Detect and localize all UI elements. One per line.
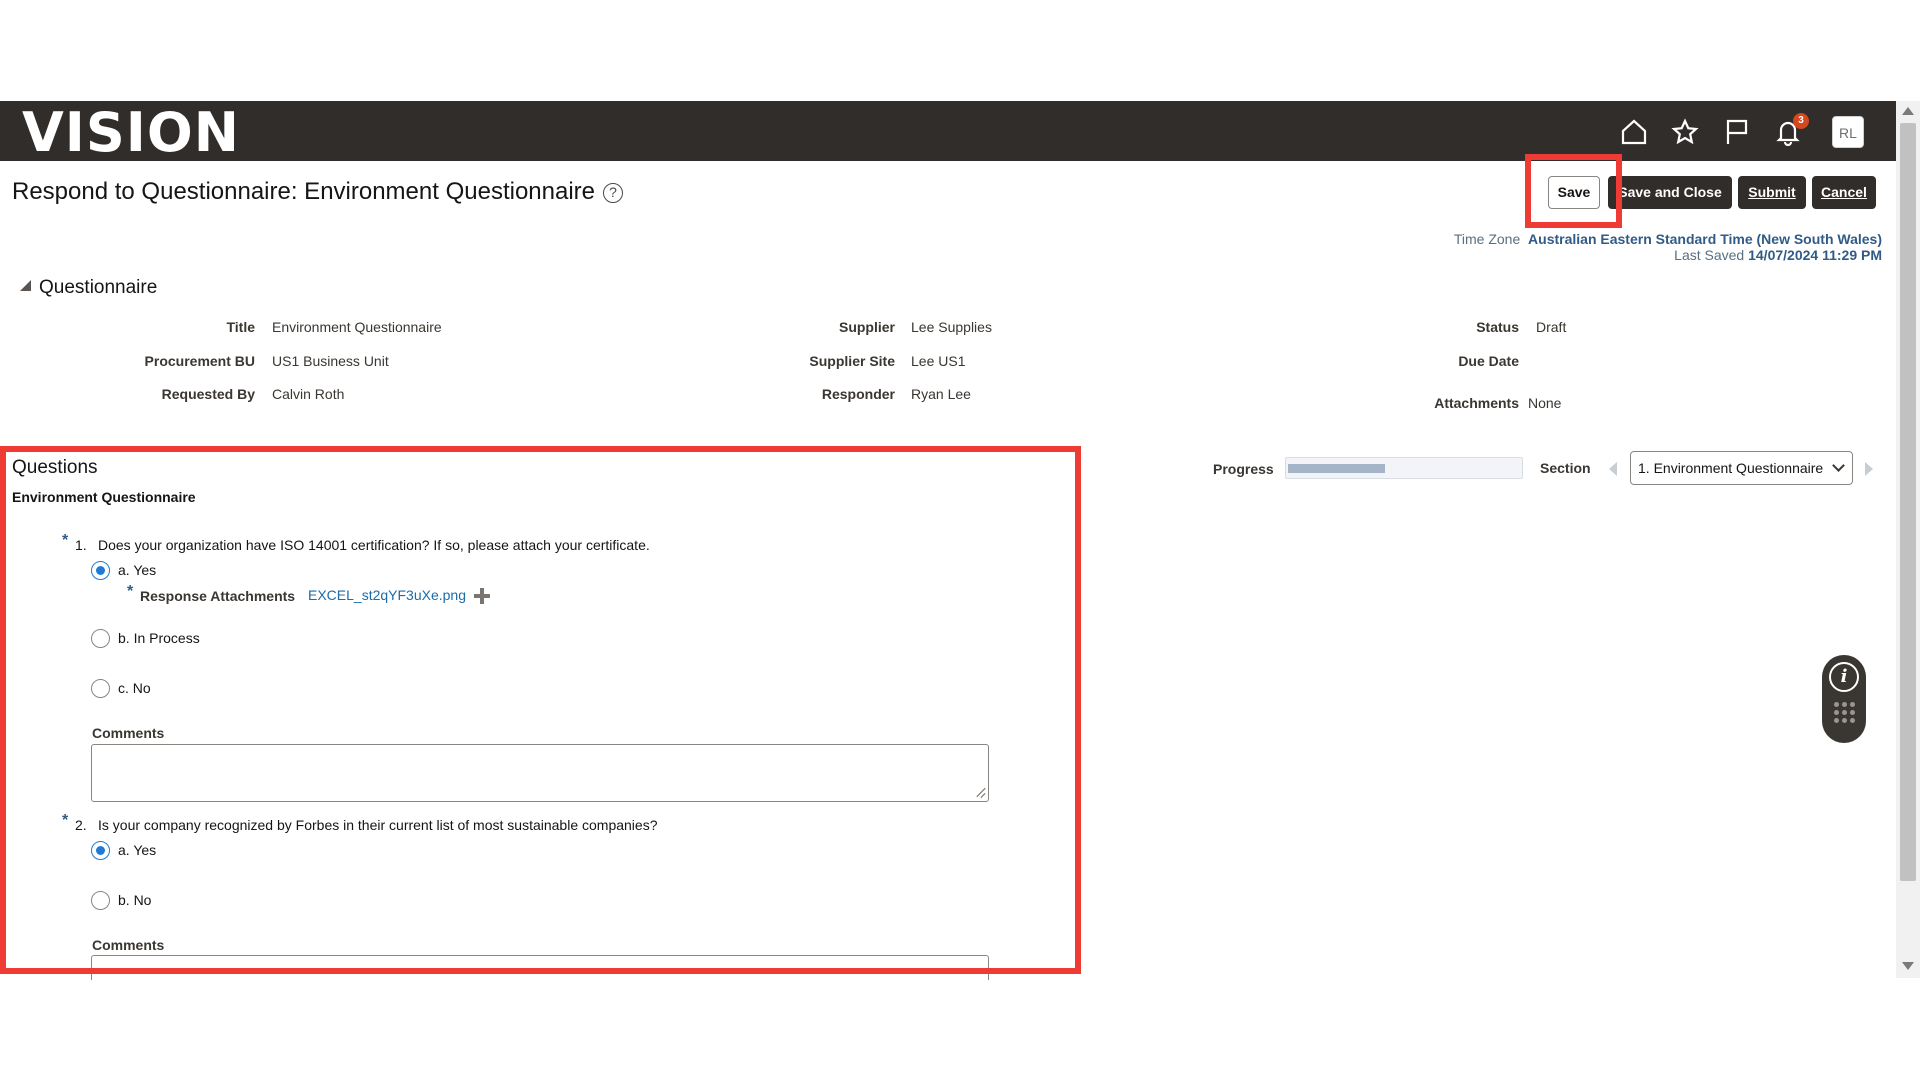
supplier-site-label: Supplier Site xyxy=(809,353,895,369)
question-2-option-yes-label: a. Yes xyxy=(118,842,157,858)
scroll-up-arrow-icon[interactable] xyxy=(1902,107,1914,115)
response-attachments-label: Response Attachments xyxy=(140,588,296,604)
submit-button[interactable]: Submit xyxy=(1738,176,1806,209)
info-icon[interactable]: i xyxy=(1829,662,1859,692)
attachments-label: Attachments xyxy=(1434,395,1519,411)
responder-label: Responder xyxy=(821,386,895,402)
vision-logo: VISION xyxy=(22,101,240,164)
user-avatar[interactable]: RL xyxy=(1832,116,1864,148)
question-1-option-yes-label: a. Yes xyxy=(118,562,157,578)
questions-highlight-box xyxy=(0,446,1081,974)
viewport-bottom xyxy=(0,980,1920,1080)
required-marker: * xyxy=(62,532,69,549)
question-2-option-no-radio[interactable] xyxy=(91,891,110,910)
notification-badge: 3 xyxy=(1793,113,1809,129)
section-label: Section xyxy=(1540,460,1591,476)
time-zone-label: Time Zone xyxy=(1453,231,1521,247)
due-date-label: Due Date xyxy=(1458,353,1519,369)
resize-grip-icon[interactable] xyxy=(974,786,986,798)
last-saved-value: 14/07/2024 11:29 PM xyxy=(1748,247,1882,263)
page-title: Respond to Questionnaire: Environment Qu… xyxy=(12,178,624,206)
scroll-thumb[interactable] xyxy=(1900,123,1916,881)
progress-bar xyxy=(1285,457,1523,479)
grid-dots-icon[interactable] xyxy=(1834,702,1856,728)
section-select[interactable]: 1. Environment Questionnaire xyxy=(1630,451,1853,485)
section-select-value: 1. Environment Questionnaire xyxy=(1638,460,1824,476)
timezone-info: Time Zone Australian Eastern Standard Ti… xyxy=(1454,231,1882,263)
attachment-file-link[interactable]: EXCEL_st2qYF3uXe.png xyxy=(308,587,466,603)
status-value: Draft xyxy=(1536,319,1567,335)
help-icon[interactable]: ? xyxy=(603,183,624,203)
flag-icon[interactable] xyxy=(1722,117,1752,147)
supplier-label: Supplier xyxy=(838,319,895,335)
question-2-text: Is your company recognized by Forbes in … xyxy=(98,817,658,833)
question-1-comments-label: Comments xyxy=(92,725,165,741)
supplier-value: Lee Supplies xyxy=(911,319,992,335)
progress-label: Progress xyxy=(1213,461,1274,477)
questionnaire-heading: Questionnaire xyxy=(39,277,158,298)
questions-section-name: Environment Questionnaire xyxy=(12,489,196,505)
question-1-comments-field[interactable] xyxy=(91,744,989,802)
global-header: VISION 3 RL xyxy=(0,101,1896,161)
question-1-text: Does your organization have ISO 14001 ce… xyxy=(98,537,650,553)
collapse-triangle-icon xyxy=(20,280,31,291)
question-1-option-in-process-radio[interactable] xyxy=(91,629,110,648)
question-2-option-no-label: b. No xyxy=(118,892,152,908)
required-marker: * xyxy=(62,812,69,829)
question-1-option-yes-radio[interactable] xyxy=(91,561,110,580)
save-and-close-button[interactable]: Save and Close xyxy=(1608,176,1732,209)
required-marker: * xyxy=(127,583,134,600)
previous-section-icon[interactable] xyxy=(1609,462,1617,476)
title-value: Environment Questionnaire xyxy=(272,319,442,335)
attachments-value: None xyxy=(1528,395,1562,411)
question-1-option-no-radio[interactable] xyxy=(91,679,110,698)
save-button[interactable]: Save xyxy=(1548,176,1600,209)
question-2-number: 2. xyxy=(75,817,87,833)
status-label: Status xyxy=(1476,319,1519,335)
questions-heading: Questions xyxy=(12,457,98,478)
bell-icon[interactable]: 3 xyxy=(1773,113,1809,147)
home-icon[interactable] xyxy=(1619,117,1649,147)
requested-by-label: Requested By xyxy=(161,386,255,402)
page-title-text: Respond to Questionnaire: Environment Qu… xyxy=(12,178,596,205)
question-1-option-in-process-label: b. In Process xyxy=(118,630,200,646)
question-2-comments-field[interactable] xyxy=(91,955,989,983)
title-label: Title xyxy=(226,319,255,335)
procurement-bu-value: US1 Business Unit xyxy=(272,353,389,369)
page: VISION 3 RL Respond to Questionnaire: En… xyxy=(0,0,1920,1080)
progress-bar-fill xyxy=(1288,464,1385,473)
question-2-option-yes-radio[interactable] xyxy=(91,841,110,860)
question-1-option-no-label: c. No xyxy=(118,680,151,696)
question-1-number: 1. xyxy=(75,537,87,553)
add-attachment-icon[interactable] xyxy=(474,588,490,604)
requested-by-value: Calvin Roth xyxy=(272,386,345,402)
questionnaire-section-toggle[interactable]: Questionnaire xyxy=(20,277,157,299)
page-scrollbar[interactable] xyxy=(1896,101,1920,978)
responder-value: Ryan Lee xyxy=(911,386,971,402)
star-icon[interactable] xyxy=(1670,117,1700,147)
time-zone-value: Australian Eastern Standard Time (New So… xyxy=(1528,231,1882,247)
question-2-comments-label: Comments xyxy=(92,937,165,953)
scroll-down-arrow-icon[interactable] xyxy=(1902,962,1914,970)
next-section-icon[interactable] xyxy=(1865,462,1873,476)
last-saved-label: Last Saved xyxy=(1674,247,1745,263)
chevron-down-icon xyxy=(1832,459,1845,472)
info-widget[interactable]: i xyxy=(1822,655,1866,743)
supplier-site-value: Lee US1 xyxy=(911,353,966,369)
cancel-button[interactable]: Cancel xyxy=(1812,176,1876,209)
procurement-bu-label: Procurement BU xyxy=(144,353,255,369)
